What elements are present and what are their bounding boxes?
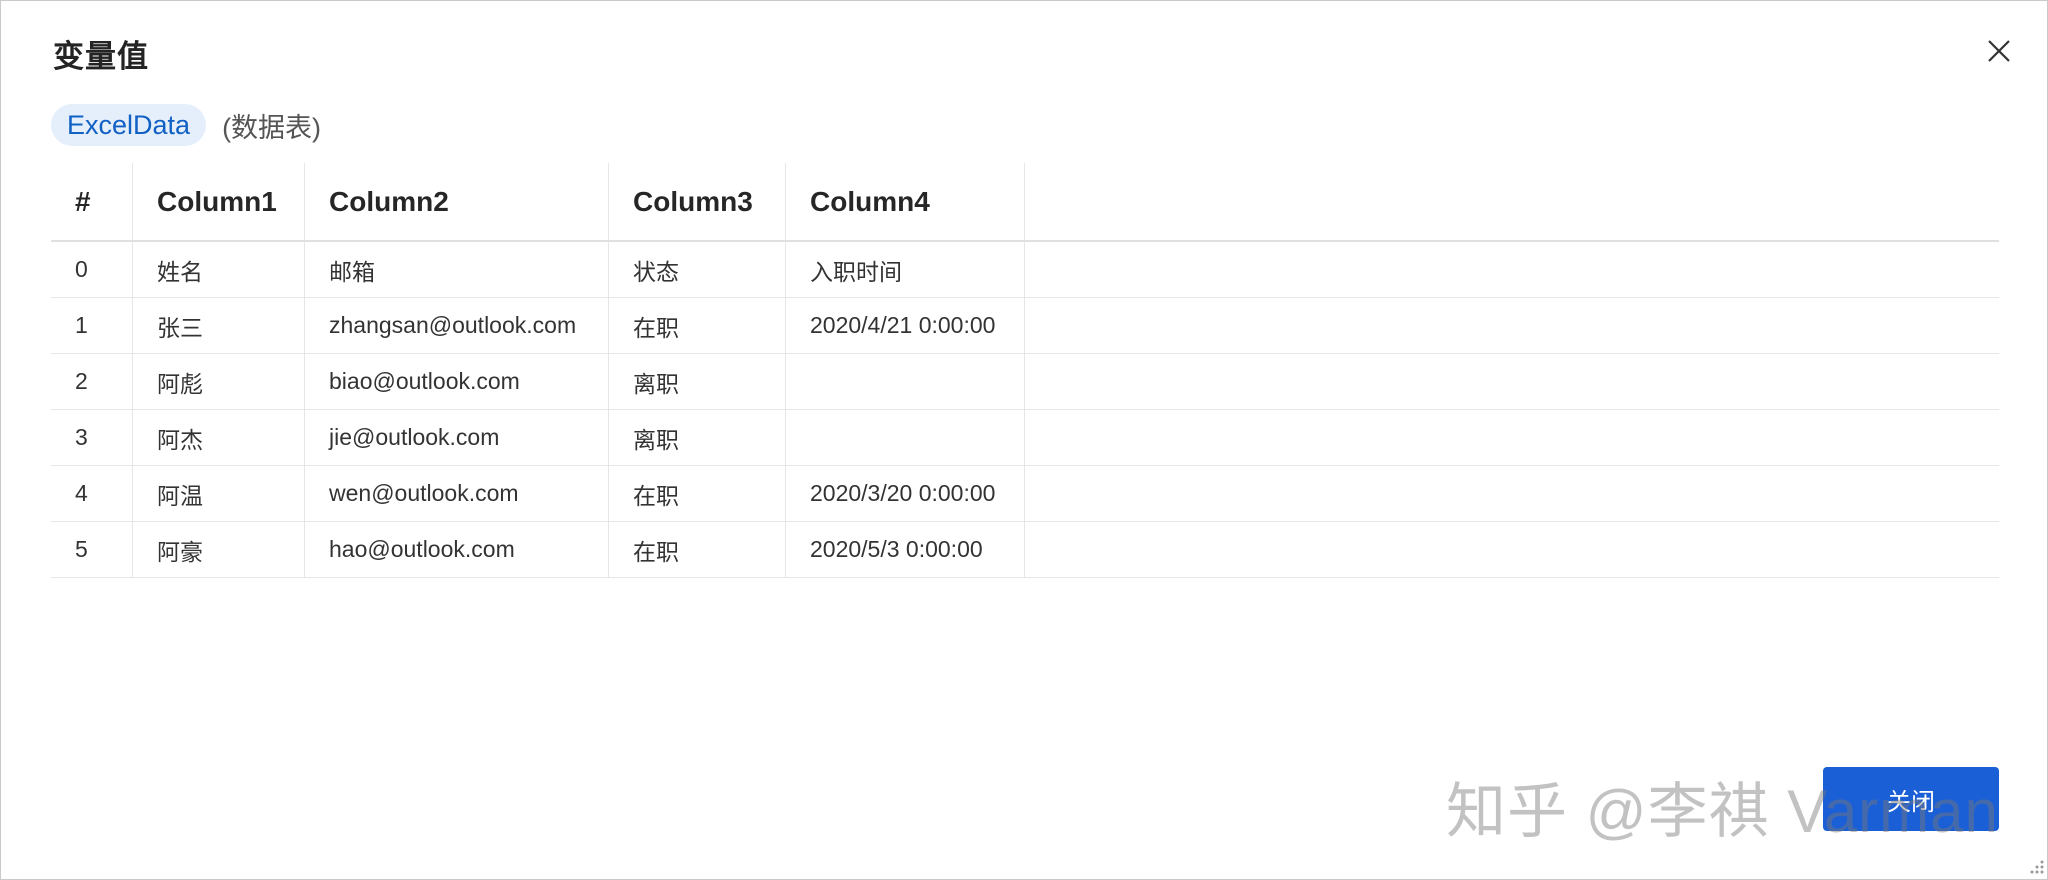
table-cell: 2020/4/21 0:00:00 bbox=[786, 298, 1025, 353]
table-cell bbox=[786, 354, 1025, 409]
table-cell: 2020/3/20 0:00:00 bbox=[786, 466, 1025, 521]
table-header-row: # Column1 Column2 Column3 Column4 bbox=[51, 163, 1999, 242]
table-row[interactable]: 3 阿杰 jie@outlook.com 离职 bbox=[51, 410, 1999, 466]
table-cell bbox=[786, 410, 1025, 465]
table-cell: 阿豪 bbox=[133, 522, 305, 577]
table-cell: 阿杰 bbox=[133, 410, 305, 465]
close-icon[interactable] bbox=[1983, 35, 2015, 67]
table-cell: 入职时间 bbox=[786, 242, 1025, 297]
table-cell: 在职 bbox=[609, 522, 786, 577]
column-header-column4[interactable]: Column4 bbox=[786, 163, 1025, 240]
table-row[interactable]: 5 阿豪 hao@outlook.com 在职 2020/5/3 0:00:00 bbox=[51, 522, 1999, 578]
table-cell: wen@outlook.com bbox=[305, 466, 609, 521]
table-cell: hao@outlook.com bbox=[305, 522, 609, 577]
table-row[interactable]: 1 张三 zhangsan@outlook.com 在职 2020/4/21 0… bbox=[51, 298, 1999, 354]
column-header-column1[interactable]: Column1 bbox=[133, 163, 305, 240]
table-cell: 离职 bbox=[609, 354, 786, 409]
table-cell: zhangsan@outlook.com bbox=[305, 298, 609, 353]
table-cell-index: 0 bbox=[51, 242, 133, 297]
table-cell-filler bbox=[1025, 298, 1999, 353]
table-cell: biao@outlook.com bbox=[305, 354, 609, 409]
column-header-column3[interactable]: Column3 bbox=[609, 163, 786, 240]
table-cell: 2020/5/3 0:00:00 bbox=[786, 522, 1025, 577]
table-cell-index: 3 bbox=[51, 410, 133, 465]
table-cell-filler bbox=[1025, 242, 1999, 297]
table-cell: 在职 bbox=[609, 298, 786, 353]
table-cell: 姓名 bbox=[133, 242, 305, 297]
dialog-title: 变量值 bbox=[53, 39, 149, 74]
table-cell-filler bbox=[1025, 522, 1999, 577]
table-cell-index: 2 bbox=[51, 354, 133, 409]
column-header-filler bbox=[1025, 163, 1999, 240]
table-row[interactable]: 4 阿温 wen@outlook.com 在职 2020/3/20 0:00:0… bbox=[51, 466, 1999, 522]
table-cell: 阿温 bbox=[133, 466, 305, 521]
variable-info: ExcelData (数据表) bbox=[51, 104, 321, 146]
variable-value-dialog: 变量值 ExcelData (数据表) # Column1 Column2 Co… bbox=[0, 0, 2048, 880]
variable-type-label: (数据表) bbox=[222, 112, 322, 143]
table-cell-filler bbox=[1025, 354, 1999, 409]
table-cell: 离职 bbox=[609, 410, 786, 465]
column-header-index[interactable]: # bbox=[51, 163, 133, 240]
table-cell-index: 1 bbox=[51, 298, 133, 353]
table-row[interactable]: 0 姓名 邮箱 状态 入职时间 bbox=[51, 242, 1999, 298]
data-table: # Column1 Column2 Column3 Column4 0 姓名 邮… bbox=[51, 163, 1999, 578]
column-header-column2[interactable]: Column2 bbox=[305, 163, 609, 240]
table-cell-index: 5 bbox=[51, 522, 133, 577]
table-cell: 张三 bbox=[133, 298, 305, 353]
table-row[interactable]: 2 阿彪 biao@outlook.com 离职 bbox=[51, 354, 1999, 410]
table-cell: 状态 bbox=[609, 242, 786, 297]
table-cell-filler bbox=[1025, 466, 1999, 521]
table-cell: 阿彪 bbox=[133, 354, 305, 409]
table-cell-index: 4 bbox=[51, 466, 133, 521]
table-cell: 在职 bbox=[609, 466, 786, 521]
table-cell-filler bbox=[1025, 410, 1999, 465]
table-cell: jie@outlook.com bbox=[305, 410, 609, 465]
close-button[interactable]: 关闭 bbox=[1823, 767, 1999, 831]
variable-name-tag: ExcelData bbox=[51, 104, 207, 146]
table-cell: 邮箱 bbox=[305, 242, 609, 297]
resize-grip-icon[interactable] bbox=[2023, 853, 2045, 875]
